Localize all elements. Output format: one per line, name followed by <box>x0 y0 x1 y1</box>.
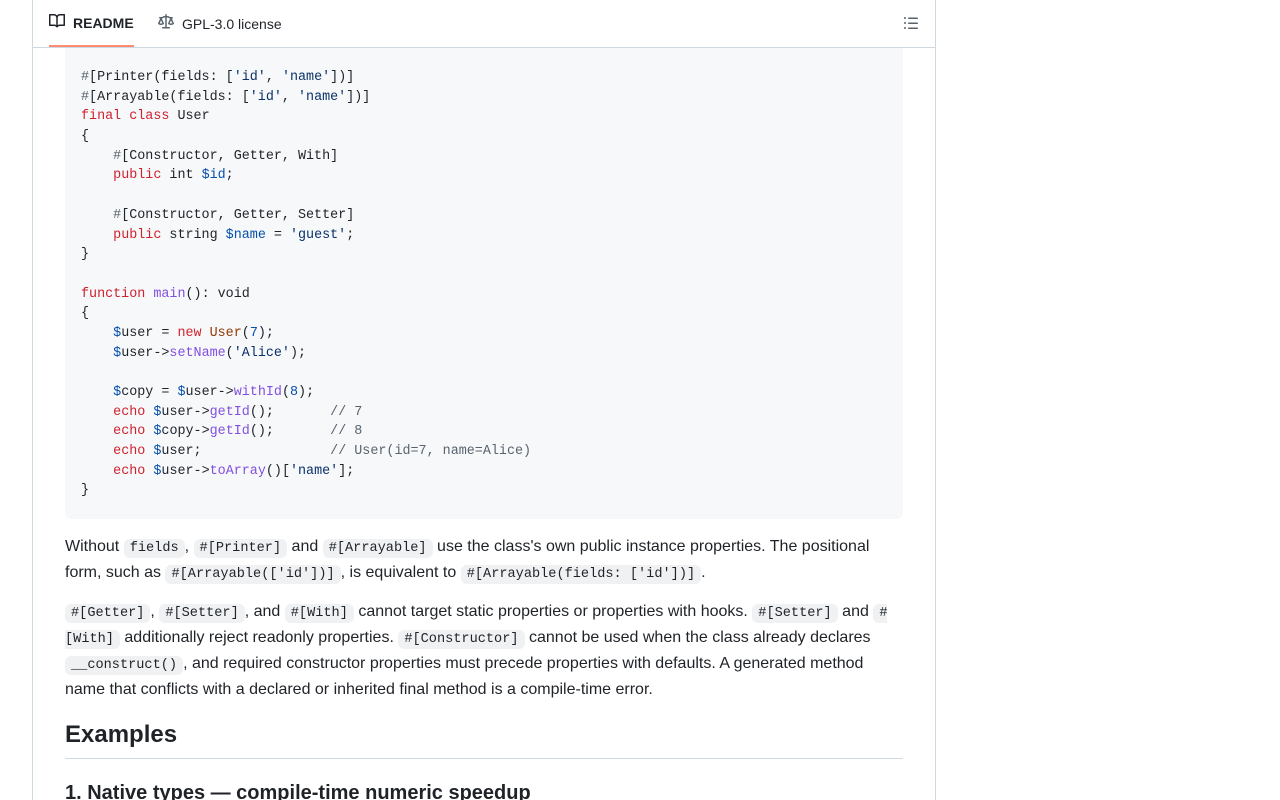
heading-native-types: 1. Native types — compile-time numeric s… <box>65 782 531 800</box>
code-line: final class User <box>81 109 210 125</box>
tab-readme-label: README <box>73 14 134 31</box>
code-line: $user->setName('Alice'); <box>113 345 307 361</box>
inline-code: #[Setter] <box>752 604 838 623</box>
code-line: $copy = $user->withId(8); <box>113 385 315 400</box>
code-block: #[Printer(fields: ['id', 'name'])] #[Arra… <box>65 48 903 519</box>
code-line: #[Arrayable(fields: ['id', 'name'])] <box>81 89 371 105</box>
tab-license-label: GPL-3.0 license <box>182 15 282 32</box>
outline-button[interactable] <box>903 15 919 31</box>
code-line: echo $copy->getId(); // 8 <box>113 424 363 440</box>
inline-code: #[With] <box>284 604 354 623</box>
paragraph-restrictions: #[Getter], #[Setter], and #[With] cannot… <box>65 603 888 698</box>
code-line: echo $user; // User(id=7, name=Alice) <box>113 444 532 460</box>
code-line: public int $id; <box>113 168 234 184</box>
law-icon <box>158 14 182 33</box>
code-line: #[Constructor, Getter, With] <box>113 148 339 164</box>
code-line: $user = new User(7); <box>113 325 274 341</box>
inline-code: #[Setter] <box>159 604 245 623</box>
code-line: echo $user->toArray()['name']; <box>113 463 355 479</box>
code-line: } <box>81 483 90 499</box>
book-icon <box>49 13 73 32</box>
inline-code: #[Arrayable(['id'])] <box>165 565 341 584</box>
inline-code: #[Getter] <box>65 604 151 623</box>
inline-code: #[Constructor] <box>398 630 525 649</box>
tab-readme[interactable]: README <box>49 0 134 47</box>
code-line: #[Constructor, Getter, Setter] <box>113 207 355 223</box>
heading-examples: Examples <box>65 718 903 759</box>
inline-code: #[Printer] <box>193 539 288 558</box>
code-line: #[Printer(fields: ['id', 'name'])] <box>81 70 355 85</box>
code-line: function main(): void <box>81 286 250 302</box>
code-line: { <box>81 306 90 322</box>
inline-code: __construct() <box>65 656 184 675</box>
inline-code: fields <box>123 539 185 558</box>
readme-tabbar: README GPL-3.0 license <box>33 0 935 48</box>
code-line: } <box>81 247 90 263</box>
paragraph-fields-default: Without fields, #[Printer] and #[Arrayab… <box>65 538 870 584</box>
inline-code: #[Arrayable(fields: ['id'])] <box>460 565 702 584</box>
code-line: { <box>81 129 90 145</box>
inline-code: #[Arrayable] <box>322 539 433 558</box>
readme-panel: README GPL-3.0 license #[Printer(fields:… <box>32 0 936 800</box>
code-line: echo $user->getId(); // 7 <box>113 404 363 420</box>
code-line: public string $name = 'guest'; <box>113 227 355 243</box>
list-unordered-icon <box>903 17 919 35</box>
tab-license[interactable]: GPL-3.0 license <box>158 0 282 47</box>
